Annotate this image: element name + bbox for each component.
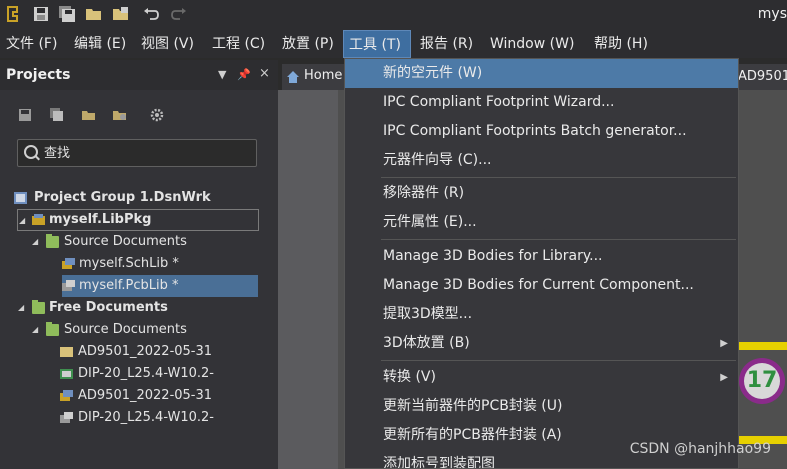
tab-document[interactable]: AD9501_ [736,64,787,90]
menu-item-update-current-pcb[interactable]: 更新当前器件的PCB封装 (U) [345,392,738,421]
menu-file[interactable]: 文件 (F) [1,30,62,58]
menu-separator [381,177,736,178]
menu-item-convert[interactable]: 转换 (V) ▶ [345,363,738,392]
tree-free-documents[interactable]: ◢ Free Documents [18,297,258,319]
menu-tools[interactable]: 工具 (T) [343,30,411,58]
menu-edit[interactable]: 编辑 (E) [69,30,131,58]
panel-title: Projects [6,67,71,83]
menu-separator [381,239,736,240]
pcblib-icon [60,412,73,423]
open-folder-icon[interactable] [85,5,103,23]
undo-icon[interactable] [142,5,160,23]
title-bar: mys [0,0,787,30]
tree-item-pcblib[interactable]: myself.PcbLib * [62,275,258,297]
menu-item-ipc-batch-generator[interactable]: IPC Compliant Footprints Batch generator… [345,117,738,146]
tree-free-source-documents[interactable]: ◢ Source Documents [32,319,262,341]
menu-project[interactable]: 工程 (C) [207,30,270,58]
folder-icon [32,300,45,314]
menu-item-ipc-footprint-wizard[interactable]: IPC Compliant Footprint Wizard... [345,88,738,117]
menu-item-new-blank-component[interactable]: 新的空元件 (W) [345,59,738,88]
schlib-icon [60,390,73,401]
save-all-icon[interactable] [58,5,76,23]
save-all-icon[interactable] [50,108,64,122]
pad[interactable]: 17 [739,358,785,404]
pin-icon[interactable]: 📌 [237,68,251,81]
panel-toolbar [0,102,278,128]
save-icon[interactable] [32,5,50,23]
expand-arrow-icon[interactable]: ◢ [32,231,38,253]
tree-source-documents[interactable]: ◢ Source Documents [32,231,262,253]
tree-free-file[interactable]: DIP-20_L25.4-W10.2- [60,363,215,385]
panel-menu-icon[interactable]: ▼ [218,68,226,81]
tree-free-file[interactable]: AD9501_2022-05-31 [60,385,215,407]
home-icon [287,71,299,83]
search-icon [24,145,38,159]
search-box[interactable] [17,139,257,167]
menu-item-3d-body-placement[interactable]: 3D体放置 (B) ▶ [345,329,738,358]
tree-free-file[interactable]: DIP-20_L25.4-W10.2- [60,407,215,429]
menu-view[interactable]: 视图 (V) [136,30,199,58]
redo-icon[interactable] [170,5,188,23]
expand-arrow-icon[interactable]: ◢ [19,210,25,232]
tree-item-schlib[interactable]: myself.SchLib * [62,253,258,275]
menu-item-component-properties[interactable]: 元件属性 (E)... [345,208,738,237]
workspace-icon [14,192,27,204]
gear-icon[interactable] [150,108,164,122]
menu-item-manage-3d-library[interactable]: Manage 3D Bodies for Library... [345,242,738,271]
menu-bar: 文件 (F) 编辑 (E) 视图 (V) 工程 (C) 放置 (P) 工具 (T… [0,30,787,58]
menu-item-remove-component[interactable]: 移除器件 (R) [345,179,738,208]
pad-number: 17 [744,363,780,399]
tree-project-libpkg[interactable]: ◢ myself.LibPkg [17,209,259,231]
submenu-arrow-icon: ▶ [720,338,728,349]
watermark: CSDN @hanjhhao99 [629,441,771,457]
menu-reports[interactable]: 报告 (R) [415,30,478,58]
menu-item-component-wizard[interactable]: 元器件向导 (C)... [345,146,738,175]
libpkg-icon [32,214,45,225]
open-project-icon[interactable] [112,5,130,23]
save-icon[interactable] [18,108,32,122]
close-icon[interactable]: × [259,66,270,81]
expand-arrow-icon[interactable]: ◢ [32,319,38,341]
open-project-icon[interactable] [113,108,127,122]
pcb-document-icon [60,369,73,379]
expand-arrow-icon[interactable]: ◢ [18,297,24,319]
submenu-arrow-icon: ▶ [720,372,728,383]
menu-item-extract-3d-model[interactable]: 提取3D模型... [345,300,738,329]
menu-item-manage-3d-current[interactable]: Manage 3D Bodies for Current Component..… [345,271,738,300]
menu-window[interactable]: Window (W) [485,30,579,58]
document-icon [60,347,73,357]
menu-place[interactable]: 放置 (P) [277,30,339,58]
tree-project-group[interactable]: Project Group 1.DsnWrk [14,187,264,209]
tree-free-file[interactable]: AD9501_2022-05-31 [60,341,215,363]
canvas-margin [278,90,338,469]
menu-help[interactable]: 帮助 (H) [589,30,653,58]
folder-icon [46,234,59,248]
menu-separator [381,360,736,361]
search-input[interactable] [42,143,246,163]
tab-home[interactable]: Home [282,64,348,90]
window-title: mys [757,6,787,22]
schlib-icon [62,258,75,269]
app-logo-icon [7,6,18,22]
tools-menu: 新的空元件 (W) IPC Compliant Footprint Wizard… [344,58,739,469]
open-folder-icon[interactable] [82,108,96,122]
pcblib-icon [62,280,75,291]
panel-header: Projects ▼ 📌 × [0,60,278,90]
projects-panel: Projects ▼ 📌 × Project Group 1.DsnWrk ◢ … [0,60,278,469]
folder-icon [46,322,59,336]
pad-trace [739,342,787,350]
